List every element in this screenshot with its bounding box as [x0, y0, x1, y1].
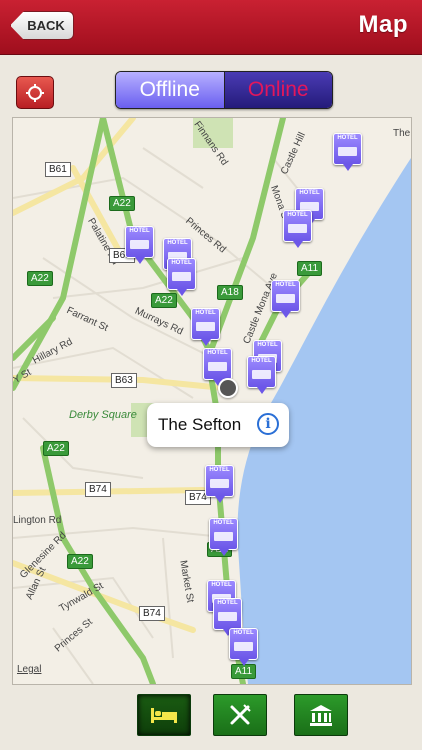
hotel-pin-label: HOTEL: [209, 467, 230, 473]
hotel-pin-label: HOTEL: [211, 582, 232, 588]
road-shield: A22: [151, 293, 177, 308]
bed-icon: [151, 708, 177, 723]
road-shield: A22: [43, 441, 69, 456]
hotel-pin[interactable]: HOTEL: [283, 210, 312, 248]
target-icon: [26, 83, 44, 102]
hotel-pin-label: HOTEL: [233, 630, 254, 636]
hotel-pin-label: HOTEL: [251, 358, 272, 364]
hotel-pin[interactable]: HOTEL: [213, 598, 242, 636]
back-button[interactable]: BACK: [10, 11, 74, 40]
restaurant-icon: [230, 704, 251, 725]
hotel-pin-label: HOTEL: [207, 350, 228, 356]
hotel-pin-label: HOTEL: [167, 240, 188, 246]
tab-hotels[interactable]: [137, 694, 191, 736]
locate-button[interactable]: [16, 76, 54, 109]
tab-restaurants[interactable]: [213, 694, 267, 736]
hotel-pin[interactable]: HOTEL: [203, 348, 232, 386]
bottom-tab-bar: [0, 686, 422, 750]
road-shield: B74: [139, 606, 165, 621]
street-label: The: [393, 128, 411, 139]
callout-title: The Sefton: [158, 415, 242, 434]
map-callout[interactable]: The Sefton i: [147, 403, 289, 447]
road-shield: A18: [217, 285, 243, 300]
hotel-pin-label: HOTEL: [337, 135, 358, 141]
road-shield: A22: [27, 271, 53, 286]
legal-link[interactable]: Legal: [17, 664, 41, 675]
map-view[interactable]: The B61 Finnans Rd Castle Hill Mona St A…: [12, 117, 412, 685]
hotel-pin-label: HOTEL: [213, 520, 234, 526]
offline-tab[interactable]: Offline: [116, 72, 225, 108]
road-shield: B61: [45, 162, 71, 177]
hotel-pin-label: HOTEL: [275, 282, 296, 288]
hotel-pin[interactable]: HOTEL: [167, 258, 196, 296]
hotel-pin-label: HOTEL: [129, 228, 150, 234]
hotel-pin[interactable]: HOTEL: [205, 465, 234, 503]
road-shield: A22: [109, 196, 135, 211]
hotel-pin[interactable]: HOTEL: [247, 356, 276, 394]
mode-toggle[interactable]: Offline Online: [115, 71, 333, 109]
hotel-pin[interactable]: HOTEL: [333, 133, 362, 171]
tab-landmarks[interactable]: [294, 694, 348, 736]
road-shield: A11: [297, 261, 323, 276]
hotel-pin-label: HOTEL: [299, 190, 320, 196]
road-shield: A11: [231, 664, 257, 679]
park-label: Derby Square: [69, 409, 137, 421]
hotel-pin-label: HOTEL: [287, 212, 308, 218]
road-shield: B63: [111, 373, 137, 388]
selected-location-marker[interactable]: [218, 378, 238, 398]
hotel-pin-label: HOTEL: [171, 260, 192, 266]
hotel-pin-label: HOTEL: [195, 310, 216, 316]
hotel-pin-label: HOTEL: [217, 600, 238, 606]
road-shield: A22: [67, 554, 93, 569]
hotel-pin-label: HOTEL: [257, 342, 278, 348]
top-bar: BACK Map: [0, 0, 422, 55]
online-tab[interactable]: Online: [224, 72, 332, 108]
road-shield: B74: [85, 482, 111, 497]
hotel-pin[interactable]: HOTEL: [271, 280, 300, 318]
hotel-pin[interactable]: HOTEL: [125, 226, 154, 264]
page-title: Map: [358, 11, 408, 38]
hotel-pin[interactable]: HOTEL: [191, 308, 220, 346]
hotel-pin[interactable]: HOTEL: [209, 518, 238, 556]
hotel-pin[interactable]: HOTEL: [229, 628, 258, 666]
landmark-icon: [310, 705, 332, 726]
street-label: Lington Rd: [13, 515, 62, 526]
info-icon[interactable]: i: [257, 413, 279, 435]
